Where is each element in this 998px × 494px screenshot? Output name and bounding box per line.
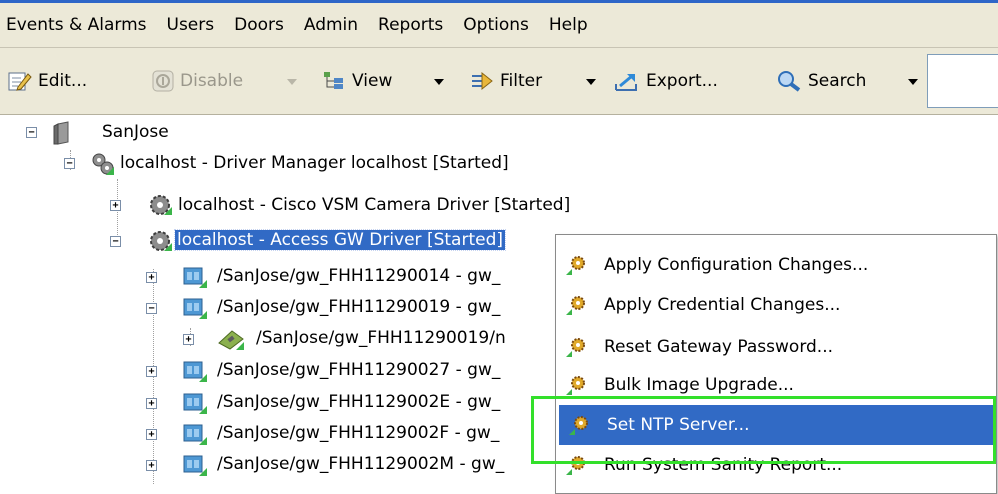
expand-toggle[interactable]: + [146, 272, 157, 283]
menu-help[interactable]: Help [539, 15, 598, 35]
search-button[interactable]: Search [776, 68, 866, 94]
menu-admin[interactable]: Admin [294, 15, 368, 35]
filter-button[interactable]: Filter [470, 68, 542, 94]
collapse-toggle[interactable]: − [110, 236, 121, 247]
view-dropdown-arrow[interactable] [434, 79, 444, 85]
expand-toggle[interactable]: + [110, 200, 121, 211]
export-button[interactable]: Export... [614, 68, 718, 94]
filter-icon [472, 71, 493, 91]
action-gear-icon [566, 256, 585, 275]
menu-item-label: Reset Gateway Password... [604, 337, 834, 357]
filter-dropdown-arrow[interactable] [586, 79, 596, 85]
search-label: Search [808, 71, 867, 91]
action-gear-icon [566, 376, 585, 395]
tree-node-site[interactable]: SanJose [102, 122, 169, 142]
tree-node-gateway[interactable]: /SanJose/gw_FHH11290027 - gw_ [217, 360, 500, 380]
tree-node-gateway[interactable]: /SanJose/gw_FHH1129002M - gw_ [217, 454, 504, 474]
disable-label: Disable [180, 71, 244, 91]
menu-item-apply-credential[interactable]: Apply Credential Changes... [556, 285, 996, 325]
gateway-icon [183, 361, 207, 382]
collapse-toggle[interactable]: − [146, 303, 157, 314]
menu-options[interactable]: Options [453, 15, 539, 35]
tree-node-gateway[interactable]: /SanJose/gw_FHH1129002E - gw_ [217, 392, 500, 412]
edit-button[interactable]: Edit... [8, 68, 87, 94]
menu-bar: Events & Alarms Users Doors Admin Report… [0, 3, 998, 48]
expand-toggle[interactable]: + [183, 334, 194, 345]
gateway-icon [183, 298, 207, 319]
menu-item-apply-configuration[interactable]: Apply Configuration Changes... [556, 245, 996, 285]
menu-item-reset-password[interactable]: Reset Gateway Password... [556, 327, 996, 367]
expand-toggle[interactable]: + [146, 398, 157, 409]
highlight-annotation-box [531, 396, 996, 464]
driver-gear-icon [150, 231, 172, 251]
edit-icon [8, 72, 32, 91]
action-gear-icon [566, 296, 585, 315]
search-input[interactable] [927, 54, 998, 108]
toolbar: Edit... Disable View Filter Export... Se… [0, 48, 998, 115]
disable-icon [152, 70, 174, 92]
tree-node-access-driver[interactable]: localhost - Access GW Driver [Started] [174, 229, 506, 251]
menu-reports[interactable]: Reports [368, 15, 453, 35]
tree-node-vsm-driver[interactable]: localhost - Cisco VSM Camera Driver [Sta… [178, 195, 570, 215]
menu-item-label: Bulk Image Upgrade... [604, 375, 794, 395]
menu-item-label: Apply Credential Changes... [604, 295, 841, 315]
menu-item-label: Apply Configuration Changes... [604, 255, 869, 275]
export-icon [615, 74, 637, 91]
tree-node-gateway[interactable]: /SanJose/gw_FHH11290014 - gw_ [217, 266, 500, 286]
collapse-toggle[interactable]: − [26, 127, 37, 138]
edit-label: Edit... [38, 71, 88, 91]
view-tree-icon [324, 72, 343, 89]
export-label: Export... [646, 71, 718, 91]
tree-node-gateway[interactable]: /SanJose/gw_FHH11290019 - gw_ [217, 297, 500, 317]
view-button[interactable]: View [322, 68, 392, 94]
menu-events-alarms[interactable]: Events & Alarms [0, 15, 157, 35]
action-gear-icon [566, 338, 585, 357]
tree-node-gateway[interactable]: /SanJose/gw_FHH1129002F - gw_ [217, 423, 499, 443]
gateway-icon [183, 393, 207, 414]
expand-toggle[interactable]: + [146, 460, 157, 471]
tree-node-gateway-module[interactable]: /SanJose/gw_FHH11290019/n [256, 328, 506, 348]
collapse-toggle[interactable]: − [64, 158, 75, 169]
expand-toggle[interactable]: + [146, 366, 157, 377]
site-server-icon [53, 121, 69, 145]
driver-gear-icon [150, 195, 172, 215]
module-board-icon [218, 330, 244, 350]
tree-node-driver-manager[interactable]: localhost - Driver Manager localhost [St… [120, 153, 509, 173]
search-icon [778, 71, 801, 92]
driver-manager-icon [92, 153, 114, 175]
gateway-icon [183, 455, 207, 476]
menu-users[interactable]: Users [157, 15, 225, 35]
gateway-icon [183, 424, 207, 445]
disable-dropdown-arrow[interactable] [287, 79, 297, 85]
filter-label: Filter [500, 71, 543, 91]
view-label: View [352, 71, 393, 91]
disable-button[interactable]: Disable [152, 68, 243, 94]
search-dropdown-arrow[interactable] [908, 79, 918, 85]
expand-toggle[interactable]: + [146, 429, 157, 440]
menu-doors[interactable]: Doors [224, 15, 294, 35]
gateway-icon [183, 267, 207, 288]
